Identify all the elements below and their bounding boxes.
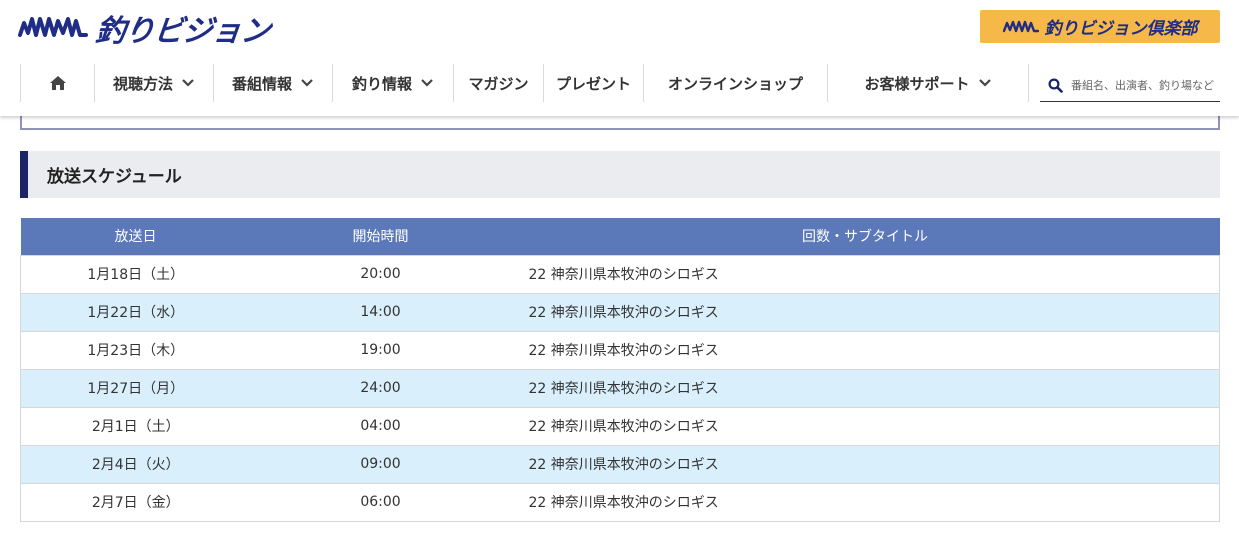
cell-title: 22 神奈川県本牧沖のシロギス	[510, 482, 1220, 522]
table-row: 1月23日（木） 19:00 22 神奈川県本牧沖のシロギス	[20, 330, 1220, 370]
cell-title: 22 神奈川県本牧沖のシロギス	[510, 368, 1220, 408]
home-icon	[49, 76, 66, 90]
nav-online-shop[interactable]: オンラインショップ	[643, 64, 827, 102]
cell-title: 22 神奈川県本牧沖のシロギス	[510, 292, 1220, 332]
cell-date: 2月4日（火）	[20, 444, 251, 484]
nav-fishing-info-label: 釣り情報	[351, 74, 412, 93]
nav-viewing-label: 視聴方法	[112, 74, 173, 93]
chevron-down-icon	[978, 79, 991, 87]
cell-title: 22 神奈川県本牧沖のシロギス	[510, 254, 1220, 294]
cell-date: 1月22日（水）	[20, 292, 251, 332]
nav-support[interactable]: お客様サポート	[827, 64, 1029, 102]
nav-magazine[interactable]: マガジン	[453, 64, 543, 102]
cell-time: 06:00	[250, 482, 511, 522]
nav-programs-label: 番組情報	[231, 74, 292, 93]
nav-fishing-info[interactable]: 釣り情報	[332, 64, 453, 102]
cell-date: 1月27日（月）	[20, 368, 251, 408]
site-header: 釣りビジョン 釣りビジョン倶楽部 視聴方法 番組情報 釣り情報 マガジン プレゼ…	[0, 0, 1239, 116]
cell-time: 14:00	[250, 292, 511, 332]
nav-present-label: プレゼント	[555, 74, 631, 93]
main-nav: 視聴方法 番組情報 釣り情報 マガジン プレゼント オンラインショップ お客様サ…	[20, 64, 1029, 102]
site-logo[interactable]: 釣りビジョン	[18, 8, 272, 49]
search-box	[1040, 70, 1220, 102]
chevron-down-icon	[421, 79, 433, 87]
chevron-down-icon	[301, 79, 313, 87]
cell-time: 24:00	[250, 368, 511, 408]
section-title: 放送スケジュール	[20, 151, 1220, 198]
table-row: 2月7日（金） 06:00 22 神奈川県本牧沖のシロギス	[20, 482, 1220, 522]
nav-home[interactable]	[20, 64, 94, 102]
table-row: 1月18日（土） 20:00 22 神奈川県本牧沖のシロギス	[20, 254, 1220, 294]
nav-online-shop-label: オンラインショップ	[667, 74, 803, 93]
chevron-down-icon	[182, 79, 194, 87]
cell-title: 22 神奈川県本牧沖のシロギス	[510, 406, 1220, 446]
nav-magazine-label: マガジン	[468, 74, 529, 93]
cell-title: 22 神奈川県本牧沖のシロギス	[510, 444, 1220, 484]
cell-date: 2月7日（金）	[20, 482, 251, 522]
cell-date: 1月23日（木）	[20, 330, 251, 370]
table-row: 2月1日（土） 04:00 22 神奈川県本牧沖のシロギス	[20, 406, 1220, 446]
search-icon[interactable]	[1048, 78, 1063, 93]
table-row: 1月22日（水） 14:00 22 神奈川県本牧沖のシロギス	[20, 292, 1220, 332]
schedule-table: 放送日 開始時間 回数・サブタイトル 1月18日（土） 20:00 22 神奈川…	[20, 218, 1220, 522]
nav-programs[interactable]: 番組情報	[213, 64, 332, 102]
column-header-time: 開始時間	[250, 218, 511, 255]
table-row: 2月4日（火） 09:00 22 神奈川県本牧沖のシロギス	[20, 444, 1220, 484]
club-button-label: 釣りビジョン倶楽部	[1044, 19, 1198, 39]
search-input[interactable]	[1071, 79, 1219, 92]
cell-title: 22 神奈川県本牧沖のシロギス	[510, 330, 1220, 370]
cell-date: 2月1日（土）	[20, 406, 251, 446]
nav-viewing[interactable]: 視聴方法	[94, 64, 213, 102]
logo-wave-icon	[18, 17, 88, 37]
table-header-row: 放送日 開始時間 回数・サブタイトル	[20, 218, 1220, 255]
cell-date: 1月18日（土）	[20, 254, 251, 294]
nav-present[interactable]: プレゼント	[543, 64, 643, 102]
cell-time: 19:00	[250, 330, 511, 370]
cell-time: 09:00	[250, 444, 511, 484]
nav-support-label: お客様サポート	[864, 74, 970, 93]
column-header-date: 放送日	[20, 218, 251, 255]
cell-time: 20:00	[250, 254, 511, 294]
table-row: 1月27日（月） 24:00 22 神奈川県本牧沖のシロギス	[20, 368, 1220, 408]
club-button[interactable]: 釣りビジョン倶楽部	[980, 10, 1220, 43]
club-wave-icon	[1002, 20, 1039, 32]
logo-text: 釣りビジョン	[93, 14, 272, 49]
cell-time: 04:00	[250, 406, 511, 446]
column-header-title: 回数・サブタイトル	[510, 218, 1220, 255]
